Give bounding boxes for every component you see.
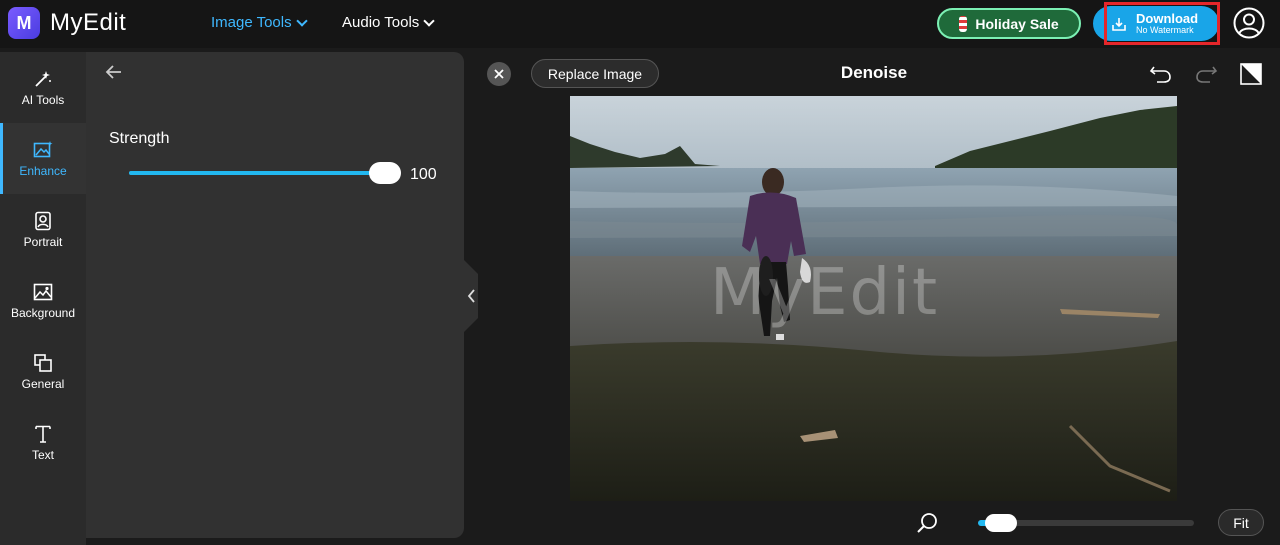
watermark-text: MyEdit	[710, 256, 940, 330]
holiday-sale-label: Holiday Sale	[975, 15, 1059, 32]
chevron-down-icon	[295, 14, 308, 27]
nav-image-tools[interactable]: Image Tools	[211, 14, 308, 31]
strength-value: 100	[410, 166, 437, 183]
logo-text: MyEdit	[50, 9, 127, 36]
sidebar: AI Tools Enhance Portrait Background Gen…	[0, 52, 86, 545]
sidebar-item-enhance[interactable]: Enhance	[0, 123, 86, 194]
magic-wand-icon	[35, 70, 51, 87]
sidebar-item-label: AI Tools	[21, 92, 65, 107]
sidebar-item-portrait[interactable]: Portrait	[0, 194, 86, 265]
layers-icon	[34, 353, 52, 372]
page-title: Denoise	[840, 63, 908, 82]
nav-audio-tools-label: Audio Tools	[342, 14, 420, 31]
app-logo[interactable]: M MyEdit	[8, 7, 126, 39]
portrait-icon	[35, 211, 51, 230]
settings-panel: Strength 100	[86, 52, 464, 538]
sidebar-item-label: Background	[10, 305, 76, 320]
sidebar-item-label: Portrait	[23, 234, 63, 249]
enhance-image-icon	[33, 140, 53, 157]
sidebar-item-general[interactable]: General	[0, 336, 86, 407]
candy-cane-icon	[959, 15, 968, 32]
collapse-panel-handle[interactable]	[464, 260, 480, 332]
sidebar-item-label: General	[21, 376, 65, 391]
chevron-down-icon	[423, 14, 435, 27]
holiday-sale-button[interactable]: Holiday Sale	[937, 8, 1081, 39]
zoom-search-icon[interactable]	[916, 512, 938, 534]
sidebar-item-text[interactable]: Text	[0, 407, 86, 478]
edited-photo: MyEdit	[570, 96, 1177, 501]
close-button[interactable]	[487, 62, 511, 86]
back-arrow-icon[interactable]	[104, 62, 124, 82]
text-icon	[35, 425, 51, 443]
fit-button[interactable]: Fit	[1218, 509, 1264, 536]
nav-image-tools-label: Image Tools	[211, 14, 292, 31]
strength-label: Strength	[109, 130, 170, 147]
download-button[interactable]: Download No Watermark	[1093, 6, 1219, 41]
zoom-slider-thumb[interactable]	[984, 514, 1017, 532]
undo-icon[interactable]	[1148, 61, 1174, 87]
strength-slider-fill	[129, 171, 393, 175]
download-label: Download	[1136, 10, 1199, 26]
close-icon	[494, 69, 504, 79]
compare-icon[interactable]	[1238, 61, 1264, 87]
background-icon	[33, 283, 53, 300]
logo-mark: M	[8, 7, 40, 39]
strength-slider-thumb[interactable]	[369, 162, 401, 184]
sidebar-item-label: Enhance	[19, 163, 67, 178]
sidebar-item-background[interactable]: Background	[0, 265, 86, 336]
nav-audio-tools[interactable]: Audio Tools	[342, 14, 435, 31]
download-icon	[1112, 17, 1126, 31]
download-sublabel: No Watermark	[1136, 24, 1194, 35]
replace-image-button[interactable]: Replace Image	[531, 59, 659, 88]
zoom-slider[interactable]	[978, 514, 1194, 532]
user-avatar-icon[interactable]	[1233, 7, 1265, 39]
strength-slider[interactable]	[129, 162, 401, 184]
sidebar-item-ai-tools[interactable]: AI Tools	[0, 52, 86, 123]
top-bar: M MyEdit Image Tools Audio Tools Holiday…	[0, 0, 1280, 48]
sidebar-item-label: Text	[31, 447, 54, 462]
redo-icon[interactable]	[1193, 61, 1219, 87]
